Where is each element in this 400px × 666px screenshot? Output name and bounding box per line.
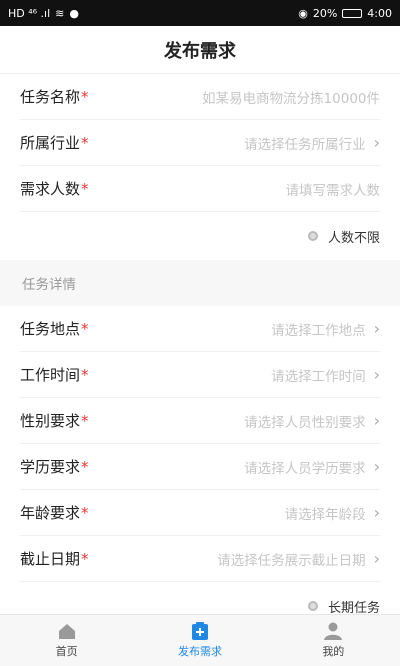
task-name-label: 任务名称: [20, 88, 81, 106]
work-time-row[interactable]: 工作时间* 请选择工作时间 ›: [20, 352, 380, 398]
work-time-label: 工作时间: [20, 366, 81, 384]
headcount-row[interactable]: 需求人数* 请填写需求人数: [20, 166, 380, 212]
message-icon: ●: [69, 6, 79, 20]
home-icon: [56, 622, 78, 640]
gender-row[interactable]: 性别要求* 请选择人员性别要求 ›: [20, 398, 380, 444]
required-mark: *: [81, 134, 89, 152]
task-name-row[interactable]: 任务名称* 如某易电商物流分拣10000件: [20, 74, 380, 120]
publish-icon: [189, 622, 211, 640]
headcount-input[interactable]: 请填写需求人数: [286, 179, 381, 199]
work-time-select[interactable]: 请选择工作时间: [271, 365, 366, 385]
education-select[interactable]: 请选择人员学历要求: [244, 457, 366, 477]
chevron-right-icon: ›: [373, 457, 380, 476]
age-select[interactable]: 请选择年龄段: [285, 503, 366, 523]
page-title: 发布需求: [0, 26, 400, 74]
task-name-input[interactable]: 如某易电商物流分拣10000件: [202, 87, 380, 107]
battery-percent: 20%: [312, 6, 338, 20]
radio-icon: [307, 601, 318, 611]
chevron-right-icon: ›: [373, 503, 380, 522]
long-term-label: 长期任务: [327, 600, 380, 616]
industry-row[interactable]: 所属行业* 请选择任务所属行业 ›: [20, 120, 380, 166]
education-label: 学历要求: [20, 458, 81, 476]
chevron-right-icon: ›: [373, 411, 380, 430]
gender-label: 性别要求: [20, 412, 81, 430]
chevron-right-icon: ›: [373, 365, 380, 384]
required-mark: *: [81, 180, 89, 198]
battery-icon: [342, 8, 363, 18]
age-label: 年龄要求: [20, 504, 81, 522]
required-mark: *: [81, 412, 89, 430]
status-bar: HD ⁴⁶ .ıl ≋ ● ◉ 20% 4:00: [0, 0, 400, 26]
required-mark: *: [81, 550, 89, 568]
industry-label: 所属行业: [20, 134, 81, 152]
required-mark: *: [81, 458, 89, 476]
headcount-label: 需求人数: [20, 180, 81, 198]
bottom-nav: 首页 发布需求 我的: [0, 614, 400, 666]
education-row[interactable]: 学历要求* 请选择人员学历要求 ›: [20, 444, 380, 490]
deadline-select[interactable]: 请选择任务展示截止日期: [217, 549, 366, 569]
nav-home[interactable]: 首页: [0, 615, 133, 666]
profile-icon: [322, 622, 344, 640]
industry-select[interactable]: 请选择任务所属行业: [244, 133, 366, 153]
nav-profile-label: 我的: [322, 645, 345, 658]
required-mark: *: [81, 88, 89, 106]
section-title: 任务详情: [0, 260, 400, 306]
chevron-right-icon: ›: [373, 549, 380, 568]
unlimited-headcount-toggle[interactable]: 人数不限: [307, 226, 380, 246]
nav-home-label: 首页: [55, 645, 78, 658]
nav-publish[interactable]: 发布需求: [133, 615, 266, 666]
deadline-row[interactable]: 截止日期* 请选择任务展示截止日期 ›: [20, 536, 380, 582]
unlimited-headcount-label: 人数不限: [327, 230, 380, 246]
gender-select[interactable]: 请选择人员性别要求: [244, 411, 366, 431]
required-mark: *: [81, 366, 89, 384]
task-details-card: 任务地点* 请选择工作地点 › 工作时间* 请选择工作时间 › 性别要求* 请选择人…: [0, 306, 400, 630]
chevron-right-icon: ›: [373, 319, 380, 338]
required-mark: *: [81, 504, 89, 522]
eye-icon: ◉: [298, 6, 308, 20]
deadline-label: 截止日期: [20, 550, 81, 568]
nav-profile[interactable]: 我的: [267, 615, 400, 666]
age-row[interactable]: 年龄要求* 请选择年龄段 ›: [20, 490, 380, 536]
wifi-icon: ≋: [55, 6, 65, 20]
chevron-right-icon: ›: [373, 133, 380, 152]
signal-indicator: HD ⁴⁶ .ıl: [8, 6, 51, 20]
location-select[interactable]: 请选择工作地点: [271, 319, 366, 339]
radio-icon: [307, 231, 318, 241]
location-label: 任务地点: [20, 320, 81, 338]
clock: 4:00: [367, 6, 392, 20]
long-term-toggle[interactable]: 长期任务: [307, 596, 380, 616]
nav-publish-label: 发布需求: [177, 645, 222, 658]
location-row[interactable]: 任务地点* 请选择工作地点 ›: [20, 306, 380, 352]
basic-info-card: 任务名称* 如某易电商物流分拣10000件 所属行业* 请选择任务所属行业 › 需…: [0, 74, 400, 260]
required-mark: *: [81, 320, 89, 338]
